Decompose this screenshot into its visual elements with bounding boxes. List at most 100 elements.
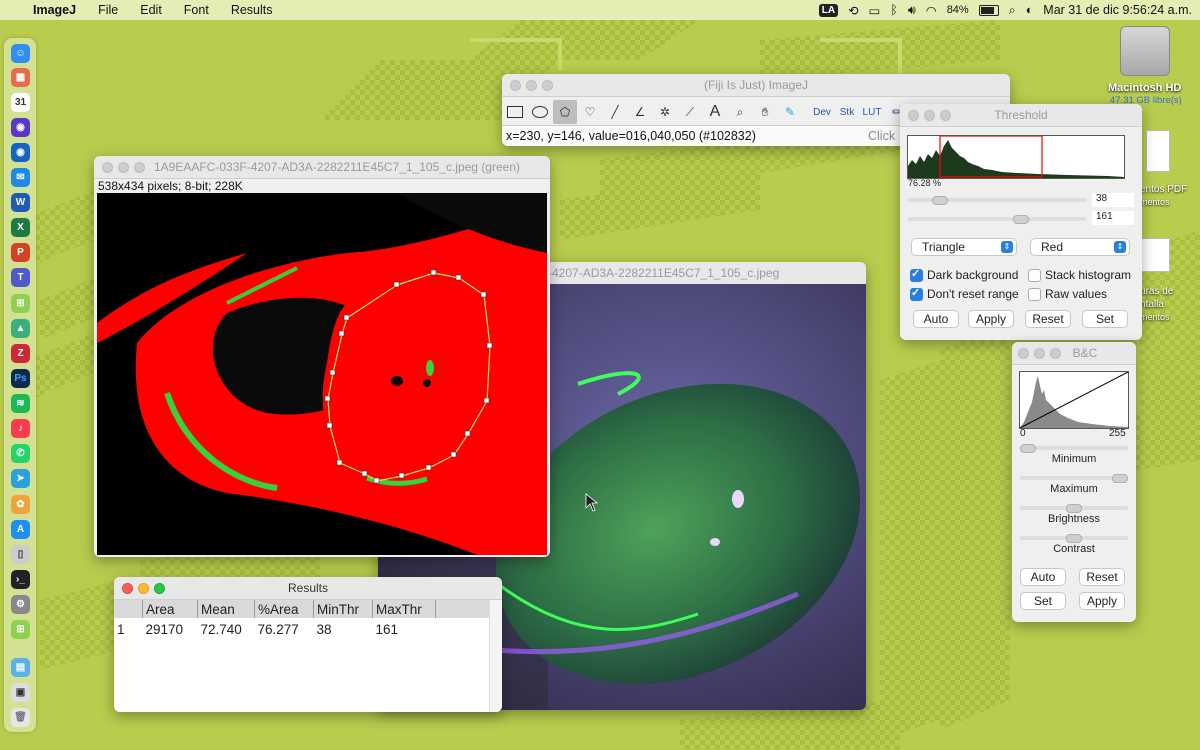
freehand-tool-icon[interactable]: ♡ xyxy=(578,100,602,124)
menu-font[interactable]: Font xyxy=(173,3,220,17)
telegram-icon[interactable]: ➤ xyxy=(11,469,30,488)
rectangle-tool-icon[interactable] xyxy=(503,100,527,124)
dont-reset-range-checkbox[interactable] xyxy=(910,286,923,301)
zoom-button[interactable] xyxy=(154,583,165,594)
stk-menu-button[interactable]: Stk xyxy=(835,100,859,124)
magnifier-tool-icon[interactable]: ⌕ xyxy=(728,100,752,124)
hand-tool-icon[interactable]: ✋︎ xyxy=(753,100,777,124)
volume-icon[interactable]: 🔊︎ xyxy=(908,3,916,18)
spotlight-search-icon[interactable]: ⌕ xyxy=(1009,3,1016,18)
apply-button[interactable]: Apply xyxy=(968,310,1014,328)
minimize-button[interactable] xyxy=(138,583,149,594)
menu-file[interactable]: File xyxy=(87,3,129,17)
green-image-titlebar[interactable]: 1A9EAAFC-033F-4207-AD3A-2282211E45C7_1_1… xyxy=(94,156,550,179)
results-titlebar[interactable]: Results xyxy=(114,577,502,600)
max-threshold-knob[interactable] xyxy=(1013,215,1029,224)
iphone-mirroring-icon[interactable]: ▯ xyxy=(11,545,30,564)
photoshop-icon[interactable]: Ps xyxy=(11,369,30,388)
app-store-icon[interactable]: A xyxy=(11,520,30,539)
brightness-knob[interactable] xyxy=(1066,504,1082,513)
display-icon[interactable]: ▭ xyxy=(869,3,881,18)
brightness-contrast-window[interactable]: B&C 0 255 Minimum Maximum Brightness Con… xyxy=(1012,342,1136,622)
col-percent-area[interactable]: %Area xyxy=(254,600,314,618)
point-tool-icon[interactable]: ✲ xyxy=(653,100,677,124)
col-maxthr[interactable]: MaxThr xyxy=(372,600,436,618)
firefox-alt-icon[interactable]: ◉ xyxy=(11,143,30,162)
music-icon[interactable]: ♪ xyxy=(11,419,30,438)
min-threshold-knob[interactable] xyxy=(932,196,948,205)
bc-set-button[interactable]: Set xyxy=(1020,592,1066,610)
macintosh-hd-icon[interactable] xyxy=(1120,26,1170,76)
system-settings-icon[interactable]: ⚙ xyxy=(11,595,30,614)
threshold-titlebar[interactable]: Threshold xyxy=(900,104,1142,127)
results-table[interactable]: Area Mean %Area MinThr MaxThr 1 29170 72… xyxy=(114,600,499,640)
col-minthr[interactable]: MinThr xyxy=(313,600,373,618)
whatsapp-icon[interactable]: ✆ xyxy=(11,444,30,463)
minimum-knob[interactable] xyxy=(1020,444,1036,453)
finder-icon[interactable]: ☺ xyxy=(11,44,30,63)
green-image-window[interactable]: 1A9EAAFC-033F-4207-AD3A-2282211E45C7_1_1… xyxy=(94,156,550,557)
angle-tool-icon[interactable]: ∠ xyxy=(628,100,652,124)
bc-apply-button[interactable]: Apply xyxy=(1079,592,1125,610)
screenshot-stack-icon[interactable]: ▣ xyxy=(11,683,30,702)
minimum-slider[interactable] xyxy=(1020,446,1128,450)
thresholded-image-canvas[interactable] xyxy=(97,193,547,555)
fiji-icon[interactable]: ⊞ xyxy=(11,294,30,313)
input-source-icon[interactable]: LA xyxy=(818,3,839,17)
col-area[interactable]: Area xyxy=(142,600,198,618)
powerpoint-icon[interactable]: P xyxy=(11,243,30,262)
zotero-icon[interactable]: Z xyxy=(11,344,30,363)
maximum-knob[interactable] xyxy=(1112,474,1128,483)
set-button[interactable]: Set xyxy=(1082,310,1128,328)
max-threshold-slider[interactable] xyxy=(908,217,1086,221)
color-picker-icon[interactable]: ✎ xyxy=(778,100,802,124)
bluetooth-icon[interactable]: ᛒ xyxy=(890,3,898,17)
contrast-knob[interactable] xyxy=(1066,534,1082,543)
fiji-running-icon[interactable]: ⊞ xyxy=(11,620,30,639)
table-row[interactable]: 1 29170 72.740 76.277 38 161 xyxy=(114,618,499,640)
mode-select[interactable]: Red ⇕ xyxy=(1030,238,1130,256)
col-index[interactable] xyxy=(114,600,143,618)
menu-results[interactable]: Results xyxy=(220,3,284,17)
dark-background-checkbox[interactable] xyxy=(910,267,923,282)
lut-menu-button[interactable]: LUT xyxy=(860,100,884,124)
battery-icon[interactable] xyxy=(978,4,999,16)
spotify-icon[interactable]: ≋ xyxy=(11,394,30,413)
wifi-icon[interactable]: ◠ xyxy=(926,3,937,18)
bc-titlebar[interactable]: B&C xyxy=(1012,342,1136,365)
word-icon[interactable]: W xyxy=(11,193,30,212)
launchpad-icon[interactable]: ▦ xyxy=(11,68,30,87)
max-threshold-value[interactable]: 161 xyxy=(1092,211,1134,225)
close-button[interactable] xyxy=(122,583,133,594)
time-machine-icon[interactable]: ⟲ xyxy=(848,3,858,18)
polygon-tool-icon[interactable]: ⬠ xyxy=(553,100,577,124)
raw-values-checkbox[interactable] xyxy=(1028,288,1041,301)
terminal-icon[interactable]: ›_ xyxy=(11,570,30,589)
text-tool-icon[interactable]: A xyxy=(703,100,727,124)
toolbar-titlebar[interactable]: (Fiji Is Just) ImageJ xyxy=(502,74,1010,97)
wand-tool-icon[interactable]: ⟋ xyxy=(678,100,702,124)
oval-tool-icon[interactable] xyxy=(528,100,552,124)
bc-auto-button[interactable]: Auto xyxy=(1020,568,1066,586)
screenshot-file-icon[interactable] xyxy=(1140,238,1170,272)
stack-histogram-checkbox[interactable] xyxy=(1028,269,1041,282)
bc-reset-button[interactable]: Reset xyxy=(1079,568,1125,586)
menu-edit[interactable]: Edit xyxy=(129,3,173,17)
auto-button[interactable]: Auto xyxy=(913,310,959,328)
control-center-icon[interactable]: ◐ xyxy=(1026,3,1034,17)
dev-menu-button[interactable]: Dev xyxy=(810,100,834,124)
mail-icon[interactable]: ✉ xyxy=(11,168,30,187)
calendar-icon[interactable]: 31 xyxy=(11,93,30,112)
firefox-icon[interactable]: ◉ xyxy=(11,118,30,137)
min-threshold-value[interactable]: 38 xyxy=(1092,193,1134,207)
teams-icon[interactable]: T xyxy=(11,268,30,287)
results-scrollbar[interactable] xyxy=(489,600,502,712)
results-window[interactable]: Results Area Mean %Area MinThr MaxThr 1 … xyxy=(114,577,502,712)
line-tool-icon[interactable]: ╱ xyxy=(603,100,627,124)
threshold-window[interactable]: Threshold 76.28 % 38 161 Triangle ⇕ Red … xyxy=(900,104,1142,340)
photos-icon[interactable]: ✿ xyxy=(11,495,30,514)
clock[interactable]: Mar 31 de dic 9:56:24 a.m. xyxy=(1043,3,1192,17)
drive-icon[interactable]: ▲ xyxy=(11,319,30,338)
app-menu[interactable]: ImageJ xyxy=(22,3,87,17)
excel-icon[interactable]: X xyxy=(11,218,30,237)
